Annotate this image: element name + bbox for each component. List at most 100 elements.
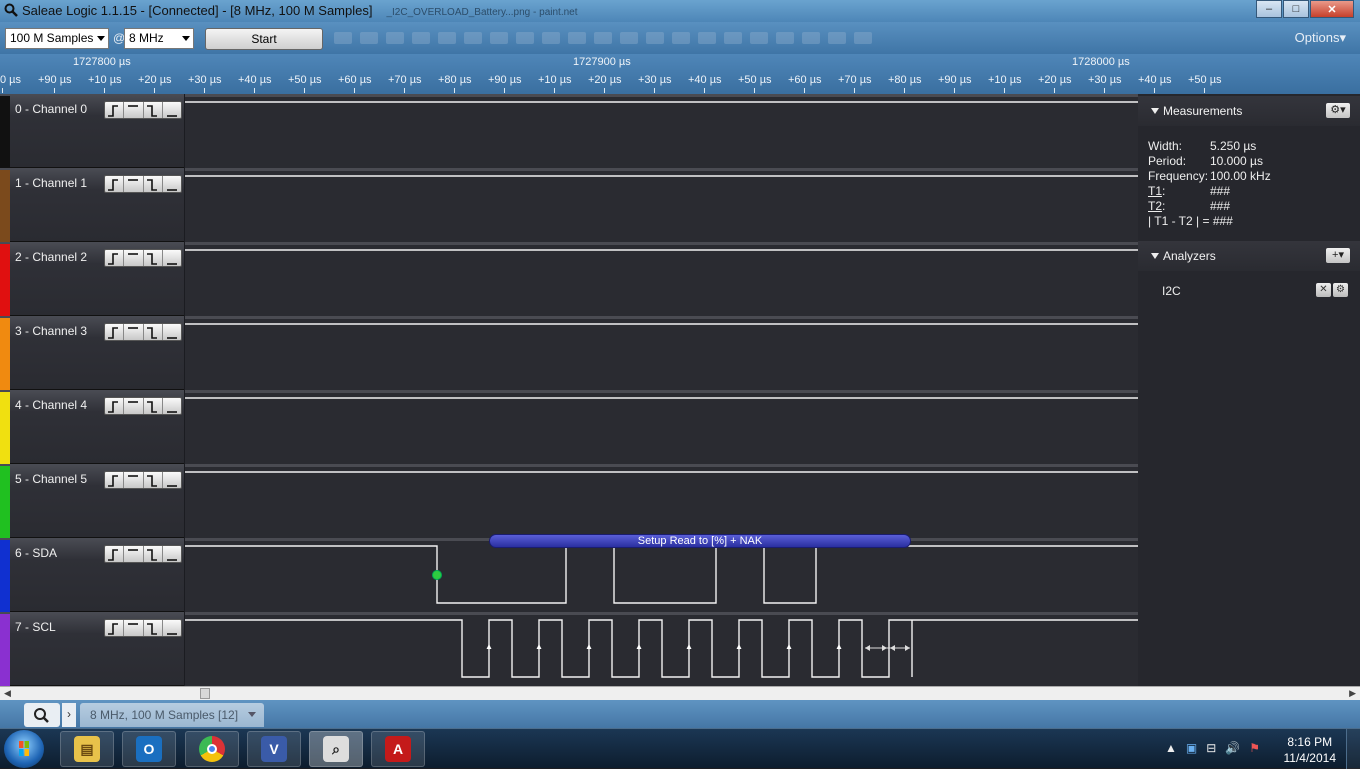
minimize-button[interactable]: – — [1256, 0, 1282, 18]
add-analyzer-button[interactable]: +▾ — [1326, 248, 1350, 263]
show-hidden-icons-icon[interactable]: ▲ — [1165, 741, 1177, 755]
i2c-decode-bubble[interactable]: Setup Read to [%] + NAK — [489, 534, 911, 548]
high-level-icon[interactable] — [124, 176, 144, 192]
analyzer-item-i2c[interactable]: I2C — [1162, 284, 1181, 298]
low-level-icon[interactable] — [163, 620, 181, 636]
channel-waveform[interactable] — [185, 538, 1138, 612]
taskbar-file-explorer[interactable]: ▤ — [60, 731, 114, 767]
close-button[interactable]: ✕ — [1310, 0, 1354, 18]
taskbar-logic-analyzer[interactable]: ⌕ — [309, 731, 363, 767]
channel-name[interactable]: 7 - SCL — [15, 620, 56, 634]
options-menu[interactable]: Options▾ — [1295, 30, 1346, 46]
rising-edge-icon[interactable] — [105, 250, 125, 266]
rising-edge-icon[interactable] — [105, 176, 125, 192]
gear-icon[interactable]: ⚙▾ — [1326, 103, 1350, 118]
channel-label-panel[interactable]: 0 - Channel 0 — [0, 94, 184, 168]
clock[interactable]: 8:16 PM 11/4/2014 — [1284, 734, 1337, 766]
rising-edge-icon[interactable] — [105, 398, 125, 414]
channel-label-panel[interactable]: 1 - Channel 1 — [0, 168, 184, 242]
chevron-down-icon[interactable] — [248, 712, 256, 717]
maximize-button[interactable]: □ — [1283, 0, 1309, 18]
channel-waveform[interactable] — [185, 464, 1138, 538]
taskbar-outlook[interactable]: O — [122, 731, 176, 767]
ruler-tick-label: +70 µs — [838, 74, 872, 86]
scroll-thumb[interactable] — [200, 688, 210, 699]
channel-name[interactable]: 6 - SDA — [15, 546, 57, 560]
action-center-icon[interactable]: ⚑ — [1249, 741, 1260, 755]
scroll-left-arrow-icon[interactable]: ◀ — [4, 688, 11, 699]
channel-name[interactable]: 3 - Channel 3 — [15, 324, 87, 338]
ruler-tick-mark — [454, 88, 455, 93]
low-level-icon[interactable] — [163, 546, 181, 562]
volume-icon[interactable]: 🔊 — [1225, 741, 1240, 755]
channel-label-panel[interactable]: 6 - SDA — [0, 538, 184, 612]
falling-edge-icon[interactable] — [144, 472, 163, 488]
outlook-tray-icon[interactable]: ▣ — [1186, 741, 1197, 755]
analyzers-header[interactable]: Analyzers +▾ — [1138, 241, 1360, 271]
low-level-icon[interactable] — [163, 250, 181, 266]
falling-edge-icon[interactable] — [144, 102, 163, 118]
start-button[interactable]: Start — [205, 28, 323, 50]
falling-edge-icon[interactable] — [144, 620, 163, 636]
low-level-icon[interactable] — [163, 324, 181, 340]
channel-waveform[interactable] — [185, 168, 1138, 242]
channel-name[interactable]: 0 - Channel 0 — [15, 102, 87, 116]
channel-waveform[interactable] — [185, 316, 1138, 390]
low-level-icon[interactable] — [163, 398, 181, 414]
session-tab[interactable]: 8 MHz, 100 M Samples [12] — [80, 703, 264, 727]
logic-analyzer-icon: ⌕ — [323, 736, 349, 762]
rising-edge-icon[interactable] — [105, 102, 125, 118]
channel-name[interactable]: 1 - Channel 1 — [15, 176, 87, 190]
high-level-icon[interactable] — [124, 250, 144, 266]
channel-label-panel[interactable]: 7 - SCL — [0, 612, 184, 686]
high-level-icon[interactable] — [124, 546, 144, 562]
collapse-triangle-icon[interactable] — [1151, 108, 1159, 114]
channel-label-panel[interactable]: 4 - Channel 4 — [0, 390, 184, 464]
search-button[interactable] — [24, 703, 60, 727]
scroll-right-arrow-icon[interactable]: ▶ — [1349, 688, 1356, 699]
t1-label[interactable]: T1 — [1148, 184, 1162, 198]
close-icon[interactable]: ✕ — [1316, 283, 1331, 297]
channel-name[interactable]: 4 - Channel 4 — [15, 398, 87, 412]
start-orb[interactable] — [4, 730, 44, 768]
rising-edge-icon[interactable] — [105, 472, 125, 488]
samples-select[interactable]: 100 M Samples — [5, 28, 109, 49]
collapse-triangle-icon[interactable] — [1151, 253, 1159, 259]
low-level-icon[interactable] — [163, 472, 181, 488]
falling-edge-icon[interactable] — [144, 250, 163, 266]
falling-edge-icon[interactable] — [144, 324, 163, 340]
channel-label-panel[interactable]: 5 - Channel 5 — [0, 464, 184, 538]
rate-select[interactable]: 8 MHz — [124, 28, 194, 49]
taskbar-acrobat[interactable]: A — [371, 731, 425, 767]
high-level-icon[interactable] — [124, 472, 144, 488]
channel-label-panel[interactable]: 3 - Channel 3 — [0, 316, 184, 390]
t2-label[interactable]: T2 — [1148, 199, 1162, 213]
low-level-icon[interactable] — [163, 176, 181, 192]
channel-name[interactable]: 5 - Channel 5 — [15, 472, 87, 486]
network-icon[interactable]: ⊟ — [1206, 741, 1216, 755]
taskbar-chrome[interactable] — [185, 731, 239, 767]
rising-edge-icon[interactable] — [105, 324, 125, 340]
taskbar-visual-micro[interactable]: V — [247, 731, 301, 767]
horizontal-scrollbar[interactable]: ◀ ▶ — [0, 686, 1360, 700]
channel-waveform[interactable] — [185, 390, 1138, 464]
falling-edge-icon[interactable] — [144, 176, 163, 192]
rising-edge-icon[interactable] — [105, 546, 125, 562]
time-ruler[interactable]: 1727800 µs 1727900 µs 1728000 µs 0 µs +90… — [0, 54, 1360, 94]
channel-waveform[interactable] — [185, 242, 1138, 316]
rising-edge-icon[interactable] — [105, 620, 125, 636]
measurements-header[interactable]: Measurements ⚙▾ — [1138, 96, 1360, 126]
falling-edge-icon[interactable] — [144, 398, 163, 414]
falling-edge-icon[interactable] — [144, 546, 163, 562]
high-level-icon[interactable] — [124, 398, 144, 414]
channel-name[interactable]: 2 - Channel 2 — [15, 250, 87, 264]
high-level-icon[interactable] — [124, 324, 144, 340]
show-desktop-button[interactable] — [1346, 729, 1360, 769]
channel-waveform[interactable] — [185, 94, 1138, 168]
high-level-icon[interactable] — [124, 620, 144, 636]
gear-icon[interactable]: ⚙ — [1333, 283, 1348, 297]
channel-label-panel[interactable]: 2 - Channel 2 — [0, 242, 184, 316]
low-level-icon[interactable] — [163, 102, 181, 118]
high-level-icon[interactable] — [124, 102, 144, 118]
channel-waveform[interactable] — [185, 612, 1138, 686]
